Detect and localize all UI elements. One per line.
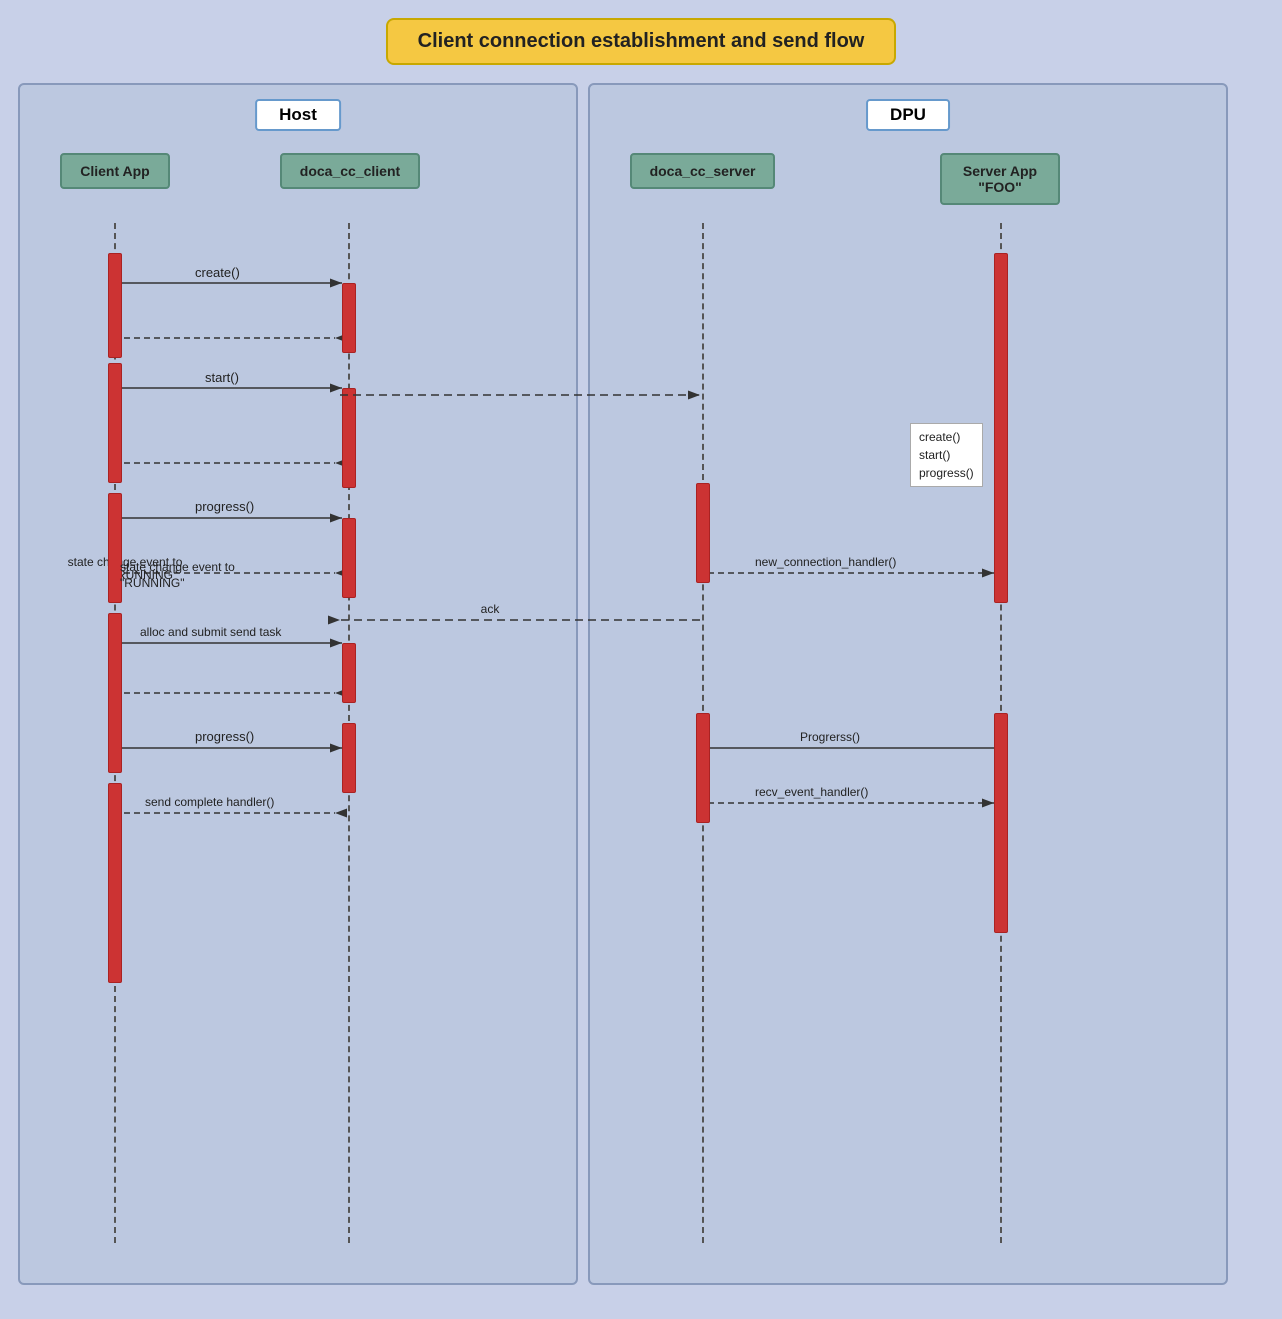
svg-text:start(): start() bbox=[205, 370, 239, 385]
host-panel-title: Host bbox=[255, 99, 341, 131]
dcc-act5 bbox=[342, 723, 356, 793]
host-diagram-area: Client App doca_cc_client create() start… bbox=[30, 153, 566, 1253]
doca-cc-server-actor: doca_cc_server bbox=[630, 153, 775, 189]
svg-text:recv_event_handler(): recv_event_handler() bbox=[755, 785, 868, 799]
svg-text:Progrerss(): Progrerss() bbox=[800, 730, 860, 744]
ca-act2 bbox=[108, 363, 122, 483]
ca-act1 bbox=[108, 253, 122, 358]
svg-text:send complete handler(): send complete handler() bbox=[145, 795, 274, 809]
server-init-label: create()start()progress() bbox=[910, 423, 983, 487]
doca-cc-client-actor: doca_cc_client bbox=[280, 153, 420, 189]
ca-act4 bbox=[108, 613, 122, 773]
server-app-actor: Server App "FOO" bbox=[940, 153, 1060, 205]
dpu-diagram-area: doca_cc_server Server App "FOO" new_conn… bbox=[600, 153, 1216, 1253]
svg-text:progress(): progress() bbox=[195, 729, 254, 744]
dcs-act2 bbox=[696, 713, 710, 823]
title-box: Client connection establishment and send… bbox=[0, 18, 1282, 65]
dcc-act1 bbox=[342, 283, 356, 353]
host-panel: Host Client App doca_cc_client create() … bbox=[18, 83, 578, 1285]
sa-act1 bbox=[994, 253, 1008, 603]
dpu-arrows-svg: new_connection_handler() Progrerss() rec… bbox=[600, 153, 1220, 1253]
ca-act5 bbox=[108, 783, 122, 983]
dcc-act4 bbox=[342, 643, 356, 703]
dcc-act2 bbox=[342, 388, 356, 488]
svg-text:create(): create() bbox=[195, 265, 240, 280]
dpu-panel: DPU doca_cc_server Server App "FOO" new_… bbox=[588, 83, 1228, 1285]
svg-text:progress(): progress() bbox=[195, 499, 254, 514]
dpu-panel-title: DPU bbox=[866, 99, 950, 131]
dcc-act3 bbox=[342, 518, 356, 598]
dcs-act1 bbox=[696, 483, 710, 583]
svg-text:new_connection_handler(): new_connection_handler() bbox=[755, 555, 896, 569]
sa-act2 bbox=[994, 713, 1008, 933]
diagram-title: Client connection establishment and send… bbox=[386, 18, 897, 65]
svg-text:alloc and submit send task: alloc and submit send task bbox=[140, 625, 282, 639]
client-app-actor: Client App bbox=[60, 153, 170, 189]
state-change-label: state change event to"RUNNING" bbox=[120, 559, 235, 591]
main-container: Host Client App doca_cc_client create() … bbox=[18, 83, 1264, 1285]
